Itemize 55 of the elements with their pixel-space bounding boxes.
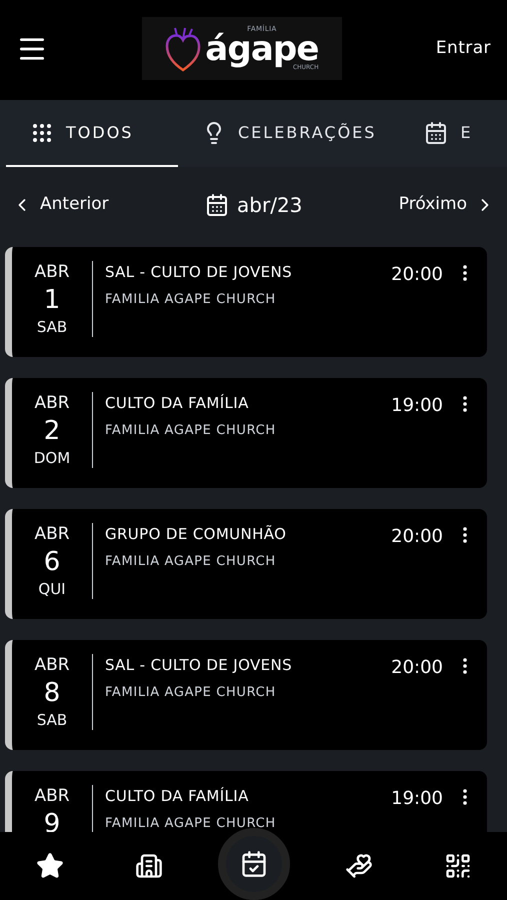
more-icon xyxy=(463,396,467,412)
event-card[interactable]: ABR 1 SAB SAL - CULTO DE JOVENS FAMILIA AGAPE CHURCH 20:00 xyxy=(5,247,487,357)
category-tab[interactable]: TODOS xyxy=(6,100,178,167)
qr-code-icon xyxy=(444,852,472,880)
event-day: 1 xyxy=(44,283,60,317)
more-icon xyxy=(463,789,467,805)
calendar-icon xyxy=(205,193,230,217)
event-day: 6 xyxy=(44,545,60,579)
event-month: ABR xyxy=(34,523,70,545)
event-month: ABR xyxy=(34,785,70,807)
event-location: FAMILIA AGAPE CHURCH xyxy=(105,684,277,702)
event-time: 19:00 xyxy=(391,394,443,418)
event-time: 20:00 xyxy=(391,656,443,680)
event-day: 9 xyxy=(44,807,60,832)
heart-icon xyxy=(165,26,202,72)
category-tab[interactable]: E xyxy=(400,100,497,167)
login-button[interactable]: Entrar xyxy=(436,36,491,62)
hand-heart-icon xyxy=(344,852,372,880)
event-title: GRUPO DE COMUNHÃO xyxy=(105,524,288,545)
event-weekday: DOM xyxy=(34,448,70,468)
event-location: FAMILIA AGAPE CHURCH xyxy=(105,290,277,308)
star-icon xyxy=(36,852,64,880)
event-day: 8 xyxy=(44,676,60,710)
event-weekday: SAB xyxy=(36,710,68,730)
event-month: ABR xyxy=(34,261,70,283)
event-title: SAL - CULTO DE JOVENS xyxy=(105,262,293,283)
event-time: 20:00 xyxy=(391,263,443,287)
category-tab[interactable]: CELEBRAÇÕES xyxy=(178,100,400,167)
building-icon xyxy=(134,852,162,880)
event-title: SAL - CULTO DE JOVENS xyxy=(105,655,293,676)
event-month: ABR xyxy=(34,392,70,414)
previous-button[interactable]: Anterior xyxy=(12,192,109,218)
event-location: FAMILIA AGAPE CHURCH xyxy=(105,814,277,832)
event-card[interactable]: ABR 2 DOM CULTO DA FAMÍLIA FAMILIA AGAPE CHURCH 19:00 xyxy=(5,378,487,488)
event-weekday: SAB xyxy=(36,317,68,337)
event-time: 19:00 xyxy=(391,787,443,811)
event-card[interactable]: ABR 6 QUI GRUPO DE COMUNHÃO FAMILIA AGAPE CHURCH 20:00 xyxy=(5,509,487,619)
calendar-check-icon xyxy=(240,850,268,878)
event-card[interactable]: ABR 8 SAB SAL - CULTO DE JOVENS FAMILIA AGAPE CHURCH 20:00 xyxy=(5,640,487,750)
event-location: FAMILIA AGAPE CHURCH xyxy=(105,422,277,440)
event-card[interactable]: ABR 9 CULTO DA FAMÍLIA FAMILIA AGAPE CHURCH 19:00 xyxy=(5,771,487,832)
event-location: FAMILIA AGAPE CHURCH xyxy=(105,552,277,570)
calendar-icon xyxy=(424,120,448,144)
event-day: 2 xyxy=(44,414,60,448)
more-icon xyxy=(463,527,467,543)
event-weekday: QUI xyxy=(38,579,66,599)
next-button[interactable]: Próximo xyxy=(398,192,495,218)
event-title: CULTO DA FAMÍLIA xyxy=(105,393,250,414)
event-title: CULTO DA FAMÍLIA xyxy=(105,786,250,807)
more-icon xyxy=(463,265,467,281)
event-time: 20:00 xyxy=(391,525,443,549)
month-label: abr/23 xyxy=(237,192,302,219)
logo-wordmark: ágape xyxy=(205,33,319,65)
event-month: ABR xyxy=(34,654,70,676)
more-icon xyxy=(463,658,467,674)
